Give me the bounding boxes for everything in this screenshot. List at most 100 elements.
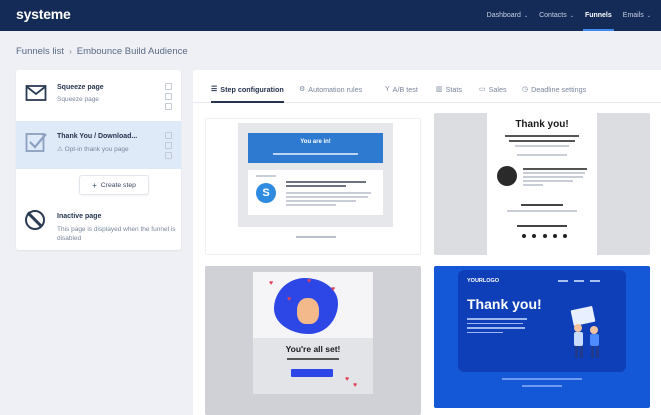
tab-ab-test[interactable]: Y A/B test — [385, 83, 418, 95]
copy-icon[interactable] — [165, 132, 172, 139]
heart-icon: ♥ — [353, 382, 358, 389]
template-title: You're all set! — [285, 344, 341, 354]
illustration-person — [297, 298, 319, 324]
tab-automation-rules[interactable]: ⚙ Automation rules — [299, 83, 362, 95]
template-footer-line — [296, 236, 336, 238]
edit-icon[interactable] — [165, 93, 172, 100]
template-hero-subline — [273, 153, 358, 155]
step-thank-you-download[interactable]: Thank You / Download... ⚠ Opt-in thank y… — [16, 121, 181, 169]
warning-icon: ⚠ — [57, 146, 63, 153]
template-title: Thank you! — [515, 119, 569, 130]
gears-icon: ⚙ — [299, 86, 306, 93]
systeme-logo[interactable]: systeme — [16, 6, 71, 22]
template-card-your-logo[interactable]: YOURLOGO Thank you! — [434, 266, 650, 408]
template-text-line — [509, 140, 575, 142]
step-tabs: ☰ Step configuration ⚙ Automation rules … — [193, 70, 661, 103]
clock-icon: ◷ — [522, 86, 529, 93]
template-text-line — [286, 185, 346, 187]
nav-emails-label: Emails — [622, 12, 644, 19]
step-squeeze-page[interactable]: Squeeze page Squeeze page — [16, 72, 181, 120]
template-text-line — [467, 318, 527, 320]
template-text-line — [286, 196, 368, 198]
template-text-line — [286, 200, 356, 202]
template-text-line — [287, 358, 339, 360]
template-text-line — [507, 210, 577, 212]
breadcrumb-funnels-list[interactable]: Funnels list — [16, 46, 64, 57]
template-menu-item — [574, 280, 584, 282]
step-main-panel: ☰ Step configuration ⚙ Automation rules … — [193, 70, 661, 415]
social-icons — [522, 234, 567, 238]
template-card-all-set[interactable]: ♥ ♥ ♥ ♥ You're all set! ♥ ♥ — [205, 266, 421, 415]
step-subtitle: ⚠ Opt-in thank you page — [57, 145, 129, 153]
template-text-line — [467, 322, 523, 324]
tab-deadline-settings[interactable]: ◷ Deadline settings — [522, 83, 586, 95]
social-icon — [563, 234, 567, 238]
tab-label: Stats — [445, 84, 463, 94]
bar-chart-icon: ▥ — [436, 86, 443, 93]
tab-label: A/B test — [392, 84, 418, 94]
tab-stats[interactable]: ▥ Stats — [436, 83, 462, 95]
template-title: Thank you! — [467, 296, 542, 312]
step-subtitle: Squeeze page — [57, 96, 99, 103]
heart-icon: ♥ — [287, 296, 292, 303]
create-step-button[interactable]: + Create step — [79, 175, 149, 195]
chevron-down-icon: ⌄ — [646, 12, 651, 19]
template-content-box: S — [248, 170, 383, 215]
step-title: Squeeze page — [57, 84, 104, 91]
template-text-line — [523, 168, 587, 170]
tab-step-configuration[interactable]: ☰ Step configuration — [211, 83, 284, 103]
avatar — [497, 166, 517, 186]
top-navbar: systeme Dashboard ⌄ Contacts ⌄ Funnels E… — [0, 0, 661, 31]
trash-icon[interactable] — [165, 103, 172, 110]
template-logo: S — [256, 183, 276, 203]
heart-icon: ♥ — [269, 280, 274, 287]
template-footer-line — [522, 385, 562, 387]
template-card-thank-you[interactable]: Thank you! — [434, 113, 650, 255]
disabled-icon — [25, 210, 45, 230]
nav-emails[interactable]: Emails ⌄ — [623, 0, 651, 31]
social-icon — [522, 234, 526, 238]
template-logo: YOURLOGO — [467, 278, 500, 284]
main-nav: Dashboard ⌄ Contacts ⌄ Funnels Emails ⌄ — [476, 0, 651, 31]
tab-label: Sales — [488, 84, 507, 94]
template-text-line — [286, 181, 366, 183]
template-menu-item — [558, 280, 568, 282]
copy-icon[interactable] — [165, 83, 172, 90]
template-card-squeeze[interactable]: You are in! S — [205, 118, 421, 255]
step-actions — [165, 132, 172, 162]
breadcrumb-separator-icon: › — [69, 47, 72, 56]
illustration-people — [570, 306, 599, 358]
template-text-line — [286, 192, 371, 194]
template-text-line — [467, 327, 525, 329]
template-text-line — [517, 225, 567, 227]
envelope-icon — [25, 85, 47, 101]
inactive-page-description: This page is displayed when the funnel i… — [57, 226, 176, 242]
list-icon: ☰ — [211, 86, 218, 93]
cash-icon: ▭ — [479, 86, 486, 93]
template-preview: Thank you! — [487, 113, 597, 255]
template-text-line — [286, 204, 336, 206]
template-preview: ♥ ♥ ♥ ♥ You're all set! ♥ ♥ — [253, 272, 373, 394]
nav-dashboard[interactable]: Dashboard ⌄ — [487, 0, 528, 31]
plus-icon: + — [92, 180, 97, 190]
chevron-down-icon: ⌄ — [523, 12, 529, 19]
template-text-line — [505, 135, 579, 137]
inactive-page-title[interactable]: Inactive page — [57, 213, 101, 220]
trash-icon[interactable] — [165, 152, 172, 159]
tab-sales[interactable]: ▭ Sales — [479, 83, 507, 95]
template-text-line — [521, 204, 563, 206]
heart-icon: ♥ — [345, 376, 350, 383]
step-actions — [165, 83, 172, 113]
tab-label: Automation rules — [308, 84, 363, 94]
template-text-line — [523, 172, 585, 174]
nav-contacts[interactable]: Contacts ⌄ — [539, 0, 574, 31]
template-description — [467, 318, 529, 336]
tab-label: Step configuration — [220, 84, 284, 94]
nav-funnels[interactable]: Funnels — [582, 0, 614, 31]
heart-icon: ♥ — [331, 286, 336, 293]
edit-icon[interactable] — [165, 142, 172, 149]
template-hero: You are in! — [248, 133, 383, 163]
template-cta-button — [291, 369, 333, 377]
template-preview: You are in! S — [238, 123, 393, 227]
nav-dashboard-label: Dashboard — [486, 12, 521, 19]
